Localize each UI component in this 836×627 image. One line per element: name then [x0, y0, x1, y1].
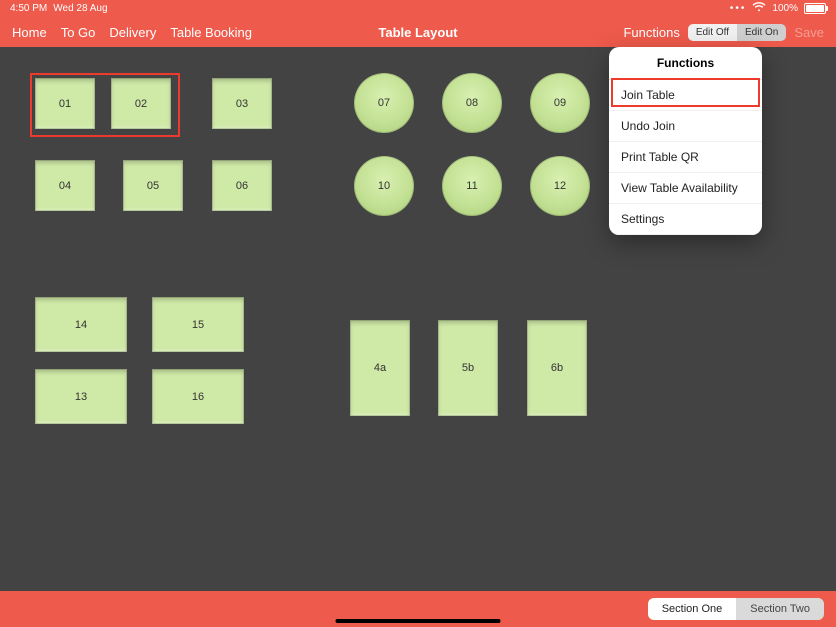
table-10[interactable]: 10: [354, 156, 414, 216]
dropdown-settings[interactable]: Settings: [609, 204, 762, 235]
table-12[interactable]: 12: [530, 156, 590, 216]
nav-home[interactable]: Home: [12, 25, 47, 40]
status-menu-icon: •••: [730, 3, 747, 14]
wifi-icon: [752, 2, 766, 15]
table-6b[interactable]: 6b: [527, 320, 587, 416]
nav-togo[interactable]: To Go: [61, 25, 96, 40]
table-04[interactable]: 04: [35, 160, 95, 211]
dropdown-title: Functions: [609, 47, 762, 80]
app-header: Home To Go Delivery Table Booking Table …: [0, 17, 836, 47]
table-13[interactable]: 13: [35, 369, 127, 424]
nav-table-booking[interactable]: Table Booking: [170, 25, 252, 40]
table-08[interactable]: 08: [442, 73, 502, 133]
home-indicator: [336, 619, 501, 623]
nav-functions[interactable]: Functions: [623, 25, 679, 40]
table-05[interactable]: 05: [123, 160, 183, 211]
table-16[interactable]: 16: [152, 369, 244, 424]
dropdown-join-table[interactable]: Join Table: [609, 80, 762, 111]
bottom-bar: Section One Section Two: [0, 591, 836, 627]
table-5b[interactable]: 5b: [438, 320, 498, 416]
floor-canvas[interactable]: 01 02 03 04 05 06 07 08 09 10 11 12 14 1…: [0, 47, 836, 591]
edit-off-button[interactable]: Edit Off: [688, 24, 737, 41]
section-two-button[interactable]: Section Two: [736, 598, 824, 620]
save-button: Save: [794, 25, 824, 40]
functions-dropdown: Functions Join Table Undo Join Print Tab…: [609, 47, 762, 235]
dropdown-undo-join[interactable]: Undo Join: [609, 111, 762, 142]
status-date: Wed 28 Aug: [53, 3, 107, 14]
edit-mode-segment: Edit Off Edit On: [688, 24, 787, 41]
section-one-button[interactable]: Section One: [648, 598, 737, 620]
page-title: Table Layout: [378, 25, 457, 40]
table-07[interactable]: 07: [354, 73, 414, 133]
section-segment: Section One Section Two: [648, 598, 824, 620]
dropdown-availability[interactable]: View Table Availability: [609, 173, 762, 204]
table-11[interactable]: 11: [442, 156, 502, 216]
battery-icon: [804, 3, 826, 14]
ios-status-bar: 4:50 PM Wed 28 Aug ••• 100%: [0, 0, 836, 17]
table-09[interactable]: 09: [530, 73, 590, 133]
table-4a[interactable]: 4a: [350, 320, 410, 416]
table-03[interactable]: 03: [212, 78, 272, 129]
dropdown-print-qr[interactable]: Print Table QR: [609, 142, 762, 173]
table-06[interactable]: 06: [212, 160, 272, 211]
status-time: 4:50 PM: [10, 3, 47, 14]
table-14[interactable]: 14: [35, 297, 127, 352]
table-01[interactable]: 01: [35, 78, 95, 129]
nav-delivery[interactable]: Delivery: [109, 25, 156, 40]
edit-on-button[interactable]: Edit On: [737, 24, 786, 41]
battery-percent: 100%: [772, 3, 798, 14]
table-02[interactable]: 02: [111, 78, 171, 129]
table-15[interactable]: 15: [152, 297, 244, 352]
